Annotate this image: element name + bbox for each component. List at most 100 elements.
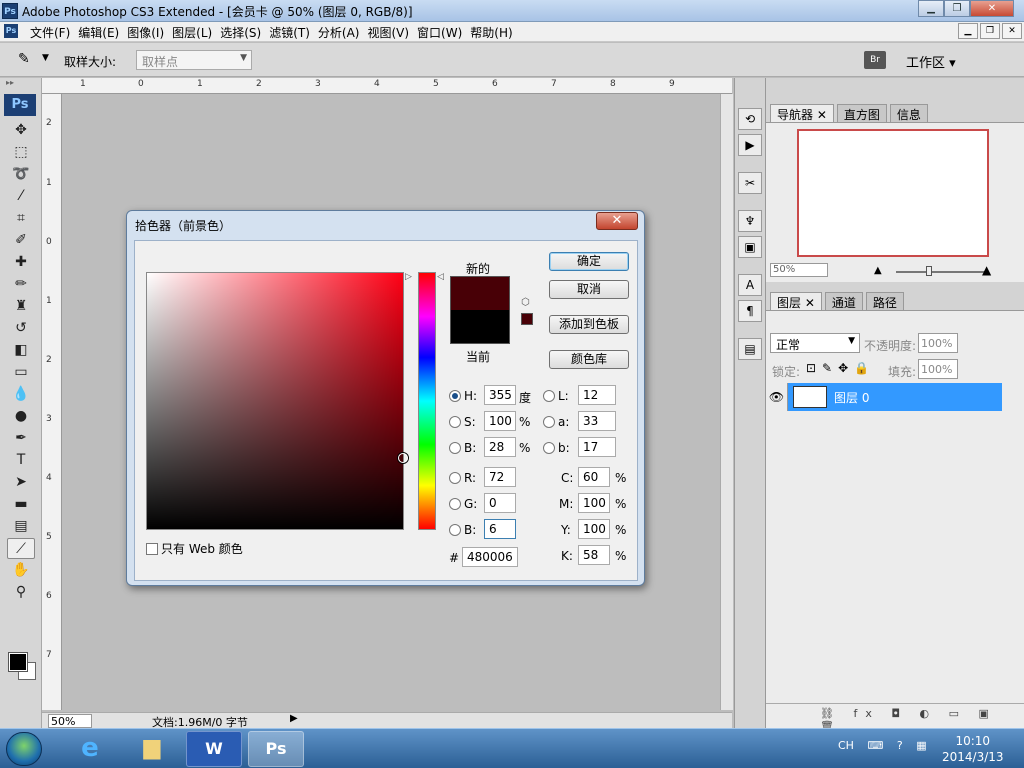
zoom-slider-handle[interactable] — [926, 266, 932, 276]
add-to-swatches-button[interactable]: 添加到色板 — [549, 315, 629, 334]
tab-info[interactable]: 信息 — [889, 104, 928, 122]
saturation-field[interactable]: 100 — [484, 411, 516, 431]
foreground-color-swatch[interactable] — [8, 652, 28, 672]
magenta-field[interactable]: 100 — [578, 493, 610, 513]
magic-wand-tool-icon[interactable]: ⁄ — [7, 186, 35, 207]
hue-arrow-left-icon[interactable]: ▷ — [405, 272, 412, 282]
navigator-zoom-field[interactable]: 50% — [770, 263, 828, 277]
path-selection-tool-icon[interactable]: ➤ — [7, 472, 35, 493]
a-field[interactable]: 33 — [578, 411, 616, 431]
web-safe-color-swatch[interactable] — [521, 313, 533, 325]
move-tool-icon[interactable]: ✥ — [7, 120, 35, 141]
paragraph-panel-icon[interactable]: ¶ — [738, 300, 762, 322]
tab-navigator[interactable]: 导航器 ✕ — [770, 104, 834, 122]
menu-file[interactable]: 文件(F) — [30, 24, 78, 41]
hue-slider[interactable] — [418, 272, 436, 530]
color-field[interactable] — [146, 272, 408, 530]
blur-tool-icon[interactable]: 💧 — [7, 384, 35, 405]
zoom-out-icon[interactable]: ▲ — [874, 265, 882, 276]
menu-view[interactable]: 视图(V) — [367, 24, 417, 41]
gradient-tool-icon[interactable]: ▭ — [7, 362, 35, 383]
help-icon[interactable]: ? — [897, 739, 903, 752]
word-icon[interactable]: W — [186, 731, 242, 767]
menu-window[interactable]: 窗口(W) — [417, 24, 470, 41]
start-button[interactable] — [6, 732, 42, 766]
opacity-field[interactable]: 100% — [918, 333, 958, 353]
slice-tool-icon[interactable]: ✐ — [7, 230, 35, 251]
tool-presets-icon[interactable]: ✂ — [738, 172, 762, 194]
status-menu-arrow-icon[interactable]: ▶ — [290, 713, 298, 724]
cyan-field[interactable]: 60 — [578, 467, 610, 487]
clone-stamp-tool-icon[interactable]: ♜ — [7, 296, 35, 317]
layers-bottom-toolbar[interactable]: ⛓ fx ◘ ◐ ▭ ▣ 🗑 — [766, 703, 1024, 733]
notes-tool-icon[interactable]: ▤ — [7, 516, 35, 537]
tool-preset-dropdown[interactable]: ▼ — [42, 53, 49, 63]
keyboard-icon[interactable]: ⌨ — [867, 739, 883, 752]
lasso-tool-icon[interactable]: ➰ — [7, 164, 35, 185]
green-field[interactable]: 0 — [484, 493, 516, 513]
layer-comps-icon[interactable]: ▤ — [738, 338, 762, 360]
web-safe-cube-icon[interactable]: ⬡ — [521, 297, 530, 308]
radio-a[interactable] — [543, 416, 555, 428]
dodge-tool-icon[interactable]: ● — [7, 406, 35, 427]
eye-icon[interactable]: 👁 — [766, 383, 788, 411]
radio-brightness[interactable] — [449, 442, 461, 454]
color-libraries-button[interactable]: 颜色库 — [549, 350, 629, 369]
explorer-icon[interactable]: ▆ — [124, 731, 180, 767]
doc-restore-button[interactable]: ❐ — [980, 23, 1000, 39]
tab-layers[interactable]: 图层 ✕ — [770, 292, 822, 310]
network-icon[interactable]: ▦ — [916, 739, 926, 752]
shape-tool-icon[interactable]: ▬ — [7, 494, 35, 515]
doc-close-button[interactable]: ✕ — [1002, 23, 1022, 39]
zoom-slider[interactable] — [896, 271, 986, 273]
zoom-field[interactable]: 50% — [48, 714, 92, 728]
menu-help[interactable]: 帮助(H) — [470, 24, 520, 41]
maximize-button[interactable]: ❐ — [944, 0, 970, 17]
minimize-button[interactable]: ▁ — [918, 0, 944, 17]
history-panel-icon[interactable]: ⟲ — [738, 108, 762, 130]
menu-analysis[interactable]: 分析(A) — [318, 24, 368, 41]
radio-hue[interactable] — [449, 390, 461, 402]
actions-panel-icon[interactable]: ▶ — [738, 134, 762, 156]
lightness-field[interactable]: 12 — [578, 385, 616, 405]
hue-arrow-right-icon[interactable]: ◁ — [437, 272, 444, 282]
yellow-field[interactable]: 100 — [578, 519, 610, 539]
radio-red[interactable] — [449, 472, 461, 484]
tab-paths[interactable]: 路径 — [865, 292, 904, 310]
dialog-close-button[interactable]: ✕ — [596, 212, 638, 230]
fill-field[interactable]: 100% — [918, 359, 958, 379]
healing-brush-tool-icon[interactable]: ✚ — [7, 252, 35, 273]
radio-lightness[interactable] — [543, 390, 555, 402]
menu-select[interactable]: 选择(S) — [220, 24, 269, 41]
character-panel-icon[interactable]: A — [738, 274, 762, 296]
hex-field[interactable]: 480006 — [462, 547, 518, 567]
hand-tool-icon[interactable]: ✋ — [7, 560, 35, 581]
language-indicator[interactable]: CH — [838, 739, 854, 752]
b-field[interactable]: 17 — [578, 437, 616, 457]
radio-saturation[interactable] — [449, 416, 461, 428]
eyedropper-tool-icon[interactable]: ⟋ — [7, 538, 35, 559]
eyedropper-icon[interactable]: ✎ — [18, 51, 30, 67]
lock-icons[interactable]: ⊡✎✥🔒 — [806, 361, 875, 375]
clone-source-icon[interactable]: ▣ — [738, 236, 762, 258]
photoshop-logo-icon[interactable]: Ps — [4, 94, 36, 116]
type-tool-icon[interactable]: T — [7, 450, 35, 471]
pen-tool-icon[interactable]: ✒ — [7, 428, 35, 449]
radio-b[interactable] — [543, 442, 555, 454]
ie-icon[interactable]: e — [62, 731, 118, 767]
marquee-tool-icon[interactable]: ⬚ — [7, 142, 35, 163]
history-brush-tool-icon[interactable]: ↺ — [7, 318, 35, 339]
clock[interactable]: 10:10 2014/3/13 — [942, 733, 1004, 765]
navigator-preview[interactable] — [797, 129, 989, 257]
bridge-icon[interactable]: Br — [864, 51, 886, 69]
workspace-menu[interactable]: 工作区 ▾ — [906, 52, 956, 71]
checkbox-box[interactable] — [146, 543, 158, 555]
cancel-button[interactable]: 取消 — [549, 280, 629, 299]
blue-field[interactable]: 6 — [484, 519, 516, 539]
brush-tool-icon[interactable]: ✏ — [7, 274, 35, 295]
menu-layer[interactable]: 图层(L) — [172, 24, 220, 41]
layer-name[interactable]: 图层 0 — [834, 389, 869, 406]
menu-edit[interactable]: 编辑(E) — [78, 24, 127, 41]
tab-histogram[interactable]: 直方图 — [836, 104, 887, 122]
brightness-field[interactable]: 28 — [484, 437, 516, 457]
